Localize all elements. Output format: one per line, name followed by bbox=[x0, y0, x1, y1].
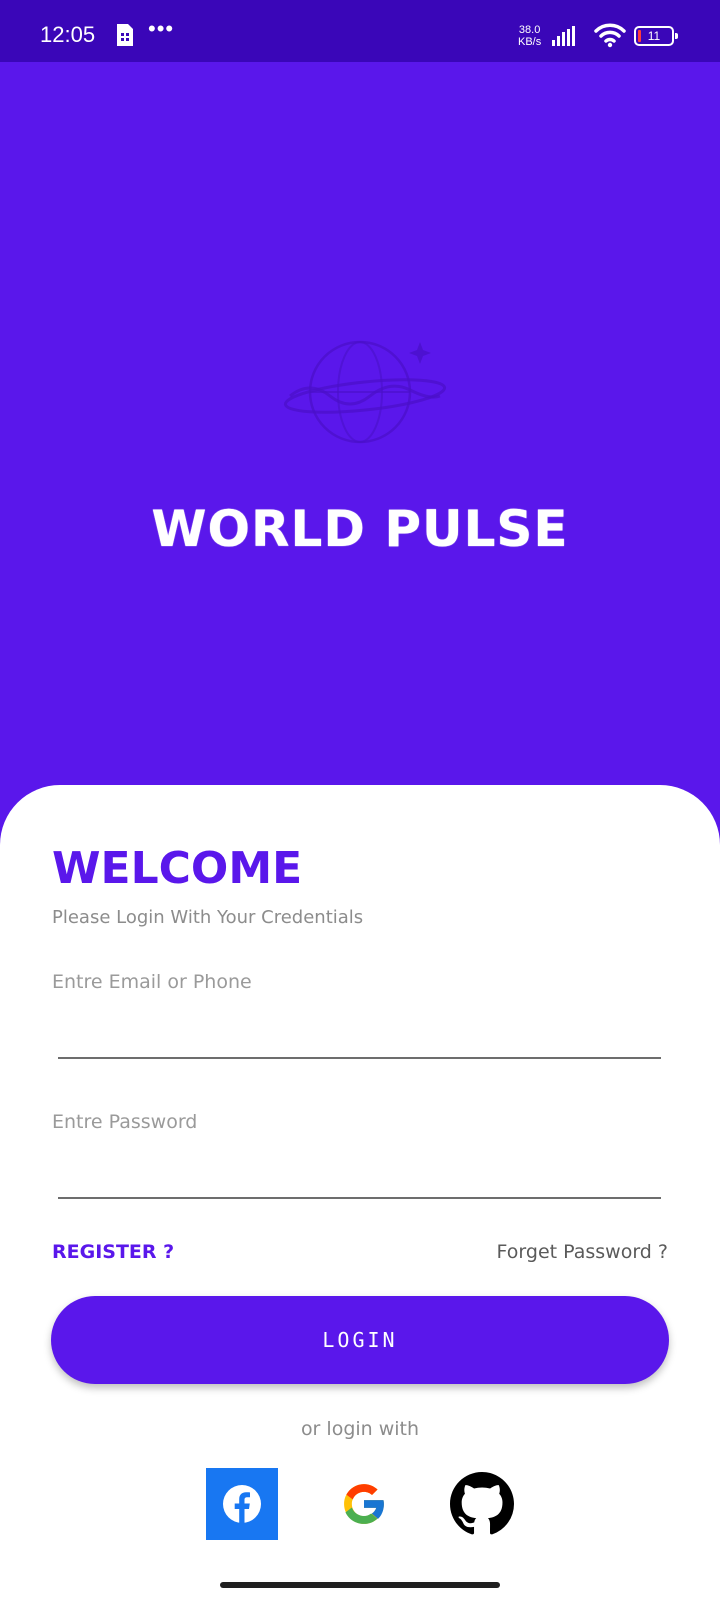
or-login-with-label: or login with bbox=[300, 1418, 420, 1440]
status-bar: 12:05 ••• 38.0 KB/s 11 bbox=[0, 0, 720, 62]
login-button[interactable]: LOGIN bbox=[51, 1296, 669, 1384]
google-login-button[interactable] bbox=[328, 1468, 400, 1540]
forget-password-link[interactable]: Forget Password ? bbox=[497, 1241, 668, 1263]
app-title: WORLD PULSE bbox=[151, 500, 569, 558]
network-speed: 38.0 KB/s bbox=[518, 24, 541, 48]
email-label: Entre Email or Phone bbox=[52, 971, 252, 993]
gesture-navigation-handle[interactable] bbox=[220, 1582, 500, 1588]
email-field[interactable] bbox=[58, 1017, 661, 1059]
more-notifications-icon: ••• bbox=[148, 16, 175, 41]
google-icon bbox=[344, 1484, 386, 1524]
network-speed-value: 38.0 bbox=[518, 24, 541, 36]
facebook-icon bbox=[223, 1485, 261, 1523]
github-icon bbox=[450, 1472, 514, 1535]
status-time: 12:05 bbox=[40, 22, 96, 47]
register-link[interactable]: REGISTER ? bbox=[52, 1241, 174, 1263]
login-subtitle: Please Login With Your Credentials bbox=[52, 907, 364, 928]
signal-bars-icon bbox=[552, 26, 575, 46]
password-label: Entre Password bbox=[52, 1111, 198, 1133]
battery-indicator: 11 bbox=[634, 26, 678, 46]
sim-card-icon bbox=[117, 24, 133, 46]
facebook-login-button[interactable] bbox=[206, 1468, 278, 1540]
github-login-button[interactable] bbox=[446, 1468, 518, 1540]
password-field[interactable] bbox=[58, 1157, 661, 1199]
login-card: WELCOME Please Login With Your Credentia… bbox=[0, 785, 720, 1600]
world-pulse-logo-icon bbox=[283, 340, 447, 444]
hero-banner: WORLD PULSE bbox=[0, 62, 720, 792]
network-speed-unit: KB/s bbox=[518, 36, 542, 48]
welcome-heading: WELCOME bbox=[52, 843, 303, 894]
wifi-icon bbox=[594, 23, 626, 48]
